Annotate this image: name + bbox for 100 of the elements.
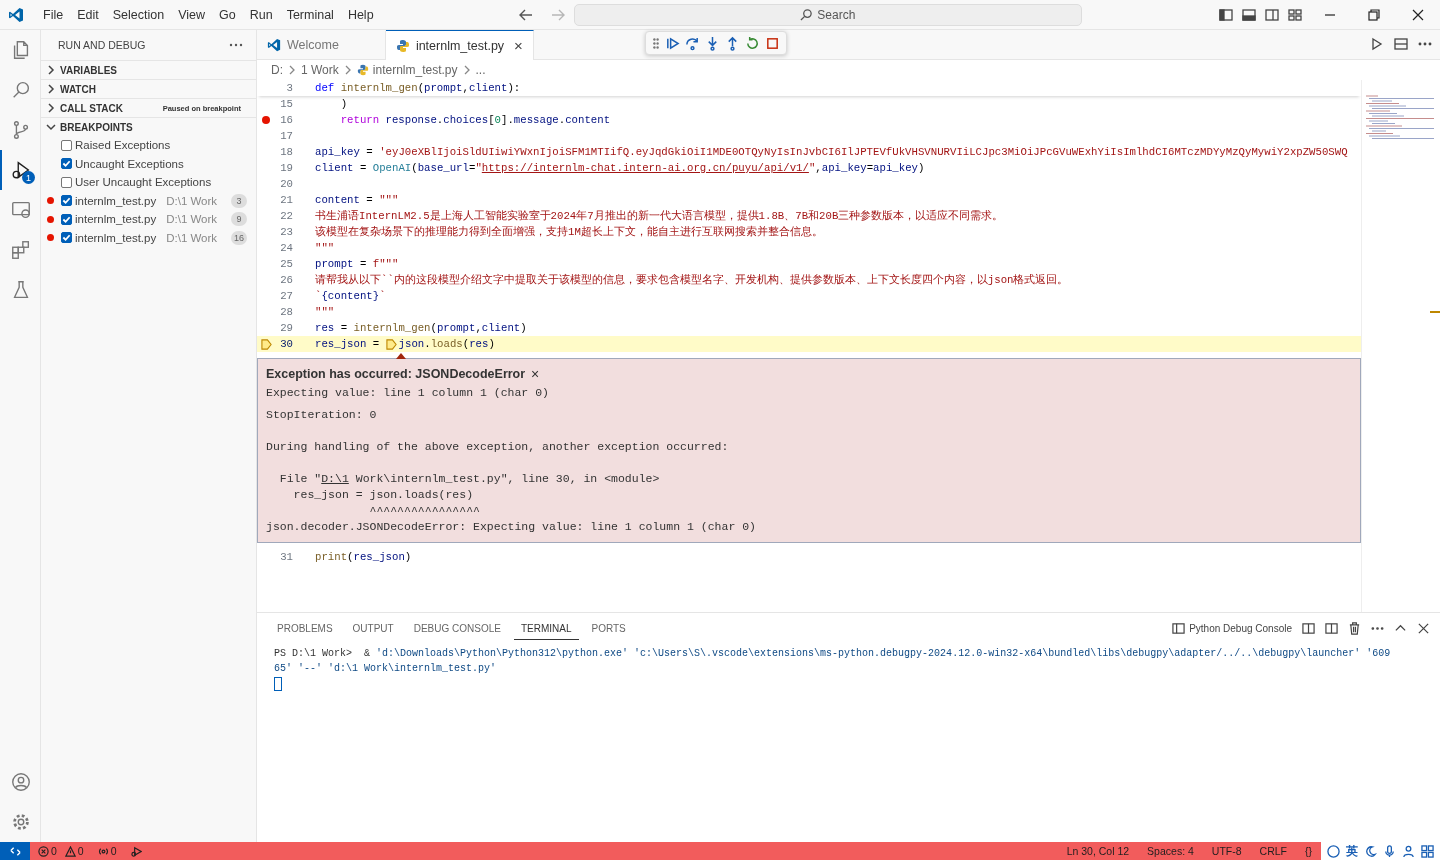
account-icon[interactable] — [10, 771, 32, 793]
breakpoint-dot[interactable] — [262, 116, 270, 124]
breakpoint-dot — [47, 197, 54, 205]
close-tab-icon[interactable]: × — [514, 37, 523, 54]
layout-icon[interactable] — [1288, 7, 1302, 22]
code-line: client = OpenAI(base_url="https://internlm-chat.intern-ai.org.cn/puyu/api/v1/",api_key=api_key) — [314, 162, 925, 174]
line-number: 25 — [279, 258, 293, 270]
menu-item[interactable]: Edit — [70, 4, 106, 25]
code-line: res = internlm_gen(prompt,client) — [314, 322, 527, 334]
chevron-icon — [45, 83, 57, 95]
line-number-badge: 9 — [231, 212, 247, 227]
panel-tab[interactable]: TERMINAL — [513, 616, 579, 640]
status-item[interactable]: CRLF — [1250, 845, 1296, 857]
breakpoint-label: Uncaught Exceptions — [75, 157, 184, 170]
run-icon[interactable] — [1370, 37, 1384, 51]
editor-tab[interactable]: internlm_test.py × — [385, 30, 534, 60]
section-header[interactable]: VARIABLES — [41, 60, 256, 79]
monitor-icon — [10, 199, 32, 221]
circle-icon[interactable] — [1327, 844, 1340, 858]
stop-icon[interactable] — [765, 35, 780, 51]
section-header[interactable]: WATCH — [41, 79, 256, 98]
split-terminal-icon[interactable] — [1302, 621, 1315, 635]
moon-icon[interactable] — [1364, 844, 1377, 858]
warning-count[interactable]: 0 — [60, 845, 88, 857]
python-icon — [356, 64, 369, 76]
menu-item[interactable]: Run — [242, 4, 280, 25]
file-link[interactable]: D:\1 — [321, 472, 349, 485]
terminal-line: 65' '--' 'd:\1 Work\internlm_test.py' — [274, 662, 498, 676]
search-field[interactable]: Search — [573, 3, 1082, 26]
checkbox[interactable] — [61, 158, 72, 170]
panel-tab[interactable]: OUTPUT — [345, 616, 401, 640]
search-icon — [800, 8, 814, 21]
menu-item[interactable]: View — [171, 4, 212, 25]
remote-icon — [9, 845, 21, 857]
code-line: 书生浦语InternLM2.5是上海人工智能实验室于2024年7月推出的新一代大语言模型，提供1.8B、7B和20B三种参数版本，以适应不同需求。 — [314, 209, 1004, 223]
exception-line: StopIteration: 0 — [266, 407, 378, 423]
secondary-sidebar-icon[interactable] — [1265, 7, 1279, 22]
checkbox[interactable] — [61, 195, 72, 207]
breadcrumb-item[interactable]: 1 Work — [301, 63, 339, 77]
trash-icon[interactable] — [1348, 621, 1361, 635]
status-item[interactable]: Ln 30, Col 12 — [1057, 845, 1139, 857]
close-icon[interactable]: × — [531, 366, 540, 382]
python-icon — [395, 38, 410, 53]
app-logo-icon — [8, 6, 24, 23]
line-number: 3 — [285, 82, 293, 94]
status-item[interactable]: {} — [1296, 845, 1321, 857]
status-item[interactable]: UTF-8 — [1202, 845, 1251, 857]
step-over-icon[interactable] — [685, 35, 700, 51]
panel-tab[interactable]: PROBLEMS — [270, 616, 340, 640]
play-bug-icon — [130, 845, 142, 857]
panel-tab[interactable]: DEBUG CONSOLE — [406, 616, 508, 640]
microphone-icon[interactable] — [1383, 844, 1396, 858]
menu-item[interactable]: Terminal — [279, 4, 341, 25]
checkbox[interactable] — [61, 213, 72, 225]
line-number: 18 — [279, 146, 293, 158]
close-icon[interactable] — [1417, 621, 1430, 635]
sidebar-toggle-icon[interactable] — [1219, 7, 1233, 22]
app-logo-icon — [267, 38, 281, 52]
person-icon[interactable] — [1402, 844, 1415, 858]
restart-icon[interactable] — [745, 35, 760, 51]
breadcrumb-item[interactable]: D: — [271, 63, 283, 77]
breakpoint-path: D:\1 Work — [166, 213, 218, 226]
code-line: api_key = 'eyJ0eXBlIjoiSldUIiwiYWxnIjoiSFM1MTIifQ.eyJqdGkiOiI1MDE0OTQyNyIsInJvbCI6IlJPTEVfUkVHSVNURVIiLCJpc3MiOiJPcGVuWExhYiIsImlhdCI6MTczMDYyMzQyMywiY2xpZW50SWQ — [314, 146, 1348, 158]
error-icon — [38, 845, 49, 857]
menu-item[interactable]: Go — [212, 4, 243, 25]
split-editor-icon[interactable] — [1394, 37, 1408, 51]
continue-icon[interactable] — [665, 35, 680, 51]
settings-icon[interactable] — [10, 811, 32, 833]
input-method-indicator[interactable]: 英 — [1346, 842, 1358, 860]
sidebar-title: RUN AND DEBUG — [58, 39, 146, 51]
scroll-marker — [1430, 311, 1440, 313]
line-number: 16 — [279, 114, 293, 126]
line-number: 15 — [279, 98, 293, 110]
menu-item[interactable]: File — [36, 4, 71, 25]
maximize-panel-icon[interactable] — [1325, 621, 1338, 635]
section-header[interactable]: BREAKPOINTS — [41, 117, 256, 136]
menu-item[interactable]: Selection — [105, 4, 172, 25]
panel-tab[interactable]: PORTS — [584, 616, 633, 640]
checkbox[interactable] — [61, 176, 72, 188]
notification-badge: 1 — [22, 171, 35, 184]
code-line: res_json = json.loads(res) — [314, 338, 495, 350]
breakpoint-dot — [47, 234, 54, 242]
panel-toggle-icon[interactable] — [1242, 7, 1256, 22]
menu-item[interactable]: Help — [340, 4, 381, 25]
breadcrumb-item[interactable]: internlm_test.py — [372, 63, 458, 77]
ports-count[interactable]: 0 — [93, 845, 121, 857]
antenna-icon — [97, 845, 109, 857]
breakpoint-dot — [47, 215, 54, 223]
checkbox[interactable] — [61, 232, 72, 244]
pointer-icon — [396, 353, 406, 359]
status-item[interactable]: Spaces: 4 — [1138, 845, 1203, 857]
breadcrumb-item[interactable]: ... — [475, 63, 486, 77]
error-count[interactable]: 0 — [34, 845, 61, 857]
remote-button[interactable] — [0, 842, 30, 860]
line-number: 19 — [279, 162, 293, 174]
grid-icon[interactable] — [1421, 844, 1434, 858]
blocks-icon — [10, 239, 32, 261]
grip-icon[interactable] — [652, 36, 660, 50]
terminal-selector[interactable]: Python Debug Console — [1172, 621, 1292, 635]
checkbox[interactable] — [61, 139, 72, 151]
